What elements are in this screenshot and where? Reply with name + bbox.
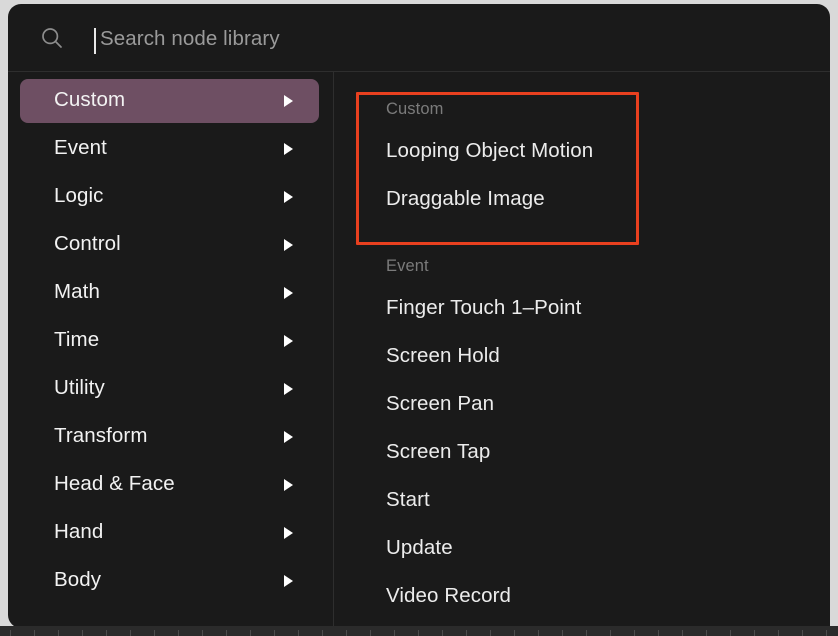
ruler-tick	[346, 630, 347, 636]
sidebar-item-label: Event	[54, 136, 107, 159]
ruler-tick	[274, 630, 275, 636]
sidebar-item-control[interactable]: Control	[20, 223, 319, 267]
ruler-tick	[610, 630, 611, 636]
node-list: Custom Looping Object Motion Draggable Ima…	[335, 72, 830, 628]
caret-right-icon	[284, 143, 293, 155]
ruler-tick	[514, 630, 515, 636]
caret-right-icon	[284, 527, 293, 539]
caret-right-icon	[284, 335, 293, 347]
ruler-tick	[634, 630, 635, 636]
ruler-tick	[442, 630, 443, 636]
ruler-tick	[754, 630, 755, 636]
ruler-tick	[562, 630, 563, 636]
sidebar-item-logic[interactable]: Logic	[20, 175, 319, 219]
ruler-tick	[106, 630, 107, 636]
node-list-item[interactable]: Draggable Image	[386, 187, 545, 211]
sidebar-item-head-face[interactable]: Head & Face	[20, 463, 319, 507]
node-list-item[interactable]: Video Record	[386, 584, 511, 608]
search-input[interactable]: Search node library	[100, 27, 280, 51]
node-library-window: Search node library Custom Event Logic Cont…	[8, 4, 830, 628]
ruler-tick	[250, 630, 251, 636]
sidebar-item-label: Logic	[54, 184, 104, 207]
ruler-tick	[178, 630, 179, 636]
node-list-item[interactable]: Screen Pan	[386, 392, 494, 416]
ruler-tick	[466, 630, 467, 636]
caret-right-icon	[284, 479, 293, 491]
ruler-tick	[130, 630, 131, 636]
ruler-tick	[826, 630, 827, 636]
caret-right-icon	[284, 575, 293, 587]
ruler-tick	[706, 630, 707, 636]
sidebar-item-label: Custom	[54, 88, 126, 111]
ruler-tick	[10, 630, 11, 636]
sidebar-item-time[interactable]: Time	[20, 319, 319, 363]
sidebar-item-label: Body	[54, 568, 102, 591]
ruler-tick	[802, 630, 803, 636]
caret-right-icon	[284, 239, 293, 251]
caret-right-icon	[284, 431, 293, 443]
ruler-tick	[298, 630, 299, 636]
ruler-tick	[34, 630, 35, 636]
search-text-caret	[94, 28, 96, 54]
node-section-header: Event	[386, 257, 429, 275]
ruler-tick	[538, 630, 539, 636]
node-list-item[interactable]: Screen Tap	[386, 440, 490, 464]
sidebar-item-event[interactable]: Event	[20, 127, 319, 171]
sidebar-item-custom[interactable]: Custom	[20, 79, 319, 123]
caret-right-icon	[284, 95, 293, 107]
node-list-item[interactable]: Finger Touch 1–Point	[386, 296, 581, 320]
node-list-item[interactable]: Looping Object Motion	[386, 139, 593, 163]
ruler-tick	[394, 630, 395, 636]
category-sidebar: Custom Event Logic Control Math Time Utility Tr…	[8, 72, 334, 628]
sidebar-item-transform[interactable]: Transform	[20, 415, 319, 459]
sidebar-item-utility[interactable]: Utility	[20, 367, 319, 411]
sidebar-item-label: Math	[54, 280, 100, 303]
search-bar[interactable]: Search node library	[8, 4, 830, 72]
ruler-tick	[58, 630, 59, 636]
ruler-tick	[202, 630, 203, 636]
search-icon	[40, 26, 64, 50]
ruler-tick	[370, 630, 371, 636]
sidebar-item-label: Head & Face	[54, 472, 175, 495]
caret-right-icon	[284, 383, 293, 395]
sidebar-item-label: Transform	[54, 424, 148, 447]
ruler-tick	[154, 630, 155, 636]
sidebar-item-label: Time	[54, 328, 100, 351]
caret-right-icon	[284, 191, 293, 203]
ruler-tick	[730, 630, 731, 636]
node-library-panel: Search node library Custom Event Logic Cont…	[0, 0, 838, 636]
ruler-tick	[490, 630, 491, 636]
ruler-tick	[778, 630, 779, 636]
ruler-tick	[658, 630, 659, 636]
sidebar-item-label: Control	[54, 232, 121, 255]
node-list-item[interactable]: Start	[386, 488, 430, 512]
library-columns: Custom Event Logic Control Math Time Utility Tr…	[8, 72, 830, 628]
node-list-item[interactable]: Screen Hold	[386, 344, 500, 368]
bottom-ruler	[0, 626, 838, 636]
sidebar-item-label: Hand	[54, 520, 104, 543]
ruler-tick	[82, 630, 83, 636]
sidebar-item-math[interactable]: Math	[20, 271, 319, 315]
ruler-tick	[682, 630, 683, 636]
node-list-item[interactable]: Update	[386, 536, 453, 560]
sidebar-item-label: Utility	[54, 376, 105, 399]
ruler-tick	[418, 630, 419, 636]
ruler-tick	[226, 630, 227, 636]
ruler-tick	[586, 630, 587, 636]
node-section-header: Custom	[386, 100, 444, 118]
sidebar-item-body[interactable]: Body	[20, 559, 319, 603]
sidebar-item-hand[interactable]: Hand	[20, 511, 319, 555]
caret-right-icon	[284, 287, 293, 299]
ruler-tick	[322, 630, 323, 636]
